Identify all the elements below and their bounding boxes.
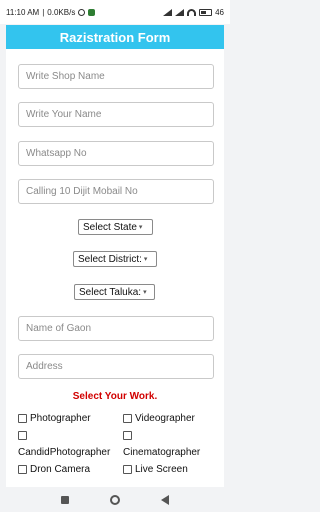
work-option-label: Cinematographer — [123, 447, 201, 458]
work-option-label: Videographer — [135, 413, 195, 424]
status-speed: 0.0KB/s — [47, 7, 76, 17]
whatsapp-input[interactable] — [18, 141, 214, 166]
status-time: 11:10 AM — [6, 7, 40, 17]
signal-icon — [163, 8, 173, 16]
signal-icon-2 — [175, 8, 185, 16]
checkbox[interactable] — [18, 414, 27, 423]
state-select[interactable]: Select State ▾ — [78, 219, 153, 235]
your-name-input[interactable] — [18, 102, 214, 127]
message-icon — [88, 8, 96, 16]
gaon-input[interactable] — [18, 316, 214, 341]
page-title: Razistration Form — [59, 29, 171, 45]
chevron-down-icon: ▾ — [143, 256, 148, 263]
status-left: 11:10 AM | 0.0KB/s — [6, 7, 96, 17]
battery-icon — [199, 8, 213, 16]
calling-number-input[interactable] — [18, 179, 214, 204]
registration-form: Razistration Form Select State ▾ Select … — [6, 25, 224, 487]
checkbox[interactable] — [123, 465, 132, 474]
work-option-label: Live Screen — [135, 464, 188, 475]
chevron-down-icon: ▾ — [138, 224, 143, 231]
district-select-label: Select District: — [78, 253, 142, 265]
work-option-label: Dron Camera — [30, 464, 91, 475]
battery-level: 46 — [215, 7, 224, 17]
address-input[interactable] — [18, 354, 214, 379]
work-option-videographer[interactable]: Videographer — [123, 413, 195, 424]
work-option-photographer[interactable]: Photographer — [18, 413, 91, 424]
status-bar: 11:10 AM | 0.0KB/s 46 — [0, 0, 230, 24]
work-option-dron-camera[interactable]: Dron Camera — [18, 464, 90, 475]
system-nav-bar — [0, 487, 230, 512]
work-option-label: Photographer — [30, 413, 91, 424]
candid-photographer-checkbox[interactable] — [18, 431, 27, 440]
work-option-live-screen[interactable]: Live Screen — [123, 464, 188, 475]
state-select-label: Select State — [83, 221, 137, 233]
chevron-down-icon: ▾ — [143, 289, 147, 296]
home-icon[interactable] — [109, 494, 120, 505]
district-select[interactable]: Select District: ▾ — [73, 251, 157, 267]
taluka-select-label: Select Taluka: — [79, 286, 142, 298]
status-right: 46 — [163, 8, 224, 17]
checkbox[interactable] — [123, 414, 132, 423]
cinematographer-checkbox[interactable] — [123, 431, 132, 440]
taluka-select[interactable]: Select Taluka: ▾ — [74, 284, 155, 300]
alarm-icon — [78, 8, 86, 16]
header-bar: Razistration Form — [6, 25, 224, 49]
work-option-label: CandidPhotographer — [18, 447, 111, 458]
status-separator: | — [42, 7, 45, 17]
shop-name-input[interactable] — [18, 64, 214, 89]
checkbox[interactable] — [18, 465, 27, 474]
work-heading: Select Your Work. — [72, 391, 158, 402]
back-icon[interactable] — [161, 494, 170, 505]
recent-apps-icon[interactable] — [60, 495, 69, 504]
wifi-icon — [187, 8, 197, 16]
